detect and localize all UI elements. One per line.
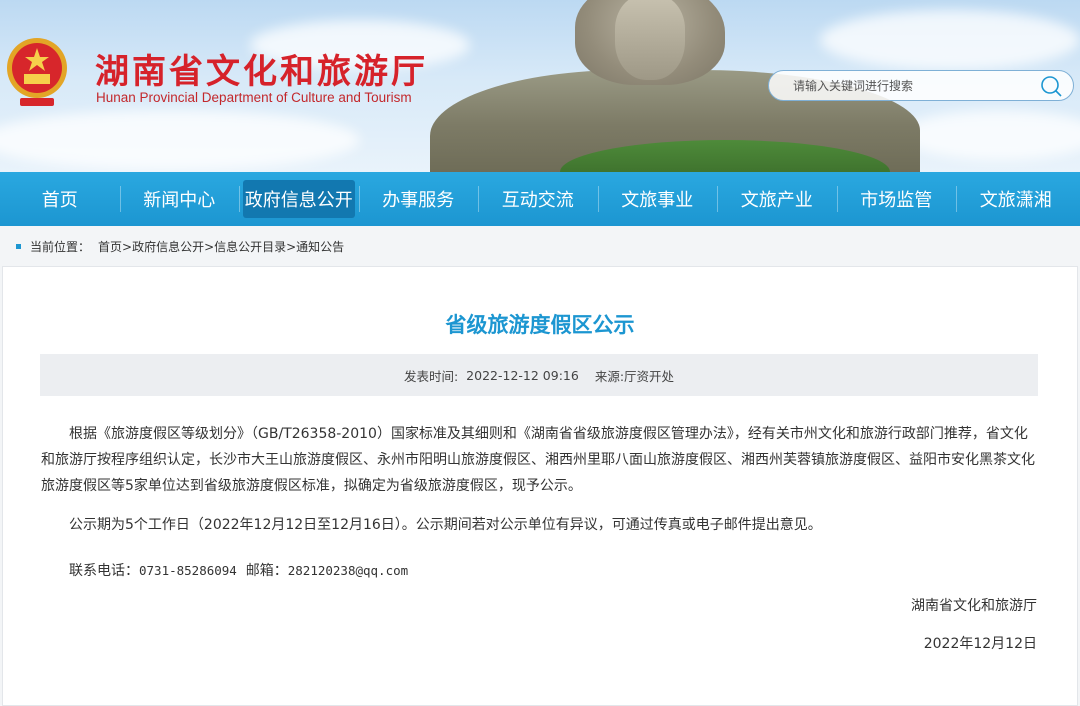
article-meta: 发表时间: 2022-12-12 09:16 来源: 厅资开处 xyxy=(40,354,1038,396)
nav-item-home[interactable]: 首页 xyxy=(0,172,120,226)
signature: 湖南省文化和旅游厅 xyxy=(911,598,1037,614)
email-label: 邮箱： xyxy=(245,563,288,579)
contact-email[interactable]: 282120238@qq.com xyxy=(288,563,408,578)
nav-item-gov-info[interactable]: 政府信息公开 xyxy=(239,172,359,226)
published-label: 发表时间: xyxy=(403,368,459,384)
contact-label: 联系电话： xyxy=(69,563,139,579)
nav-item-services[interactable]: 办事服务 xyxy=(358,172,479,226)
article-panel: 省级旅游度假区公示 发表时间: 2022-12-12 09:16 来源: 厅资开… xyxy=(2,266,1078,706)
source-label: 来源: xyxy=(594,368,625,384)
site-subtitle: Hunan Provincial Department of Culture a… xyxy=(96,90,412,105)
nav-item-interaction[interactable]: 互动交流 xyxy=(478,172,598,226)
main-nav: 首页 新闻中心 政府信息公开 办事服务 互动交流 文旅事业 文旅产业 市场监管 … xyxy=(0,172,1080,226)
bullet-icon xyxy=(16,243,21,249)
source-value: 厅资开处 xyxy=(624,368,675,384)
site-header: 湖南省文化和旅游厅 Hunan Provincial Department of… xyxy=(0,0,1080,172)
search-icon[interactable] xyxy=(1039,75,1063,97)
article-title: 省级旅游度假区公示 xyxy=(445,313,635,337)
breadcrumb: 当前位置： 首页>政府信息公开>信息公开目录>通知公告 xyxy=(0,226,1080,266)
contact-phone: 0731-85286094 xyxy=(139,563,237,578)
contact-line: 联系电话：0731-85286094 邮箱：282120238@qq.com xyxy=(69,558,408,584)
search-box xyxy=(768,70,1074,101)
nav-item-culture-industry[interactable]: 文旅产业 xyxy=(717,172,837,226)
paragraph-2: 公示期为5个工作日（2022年12月12日至12月16日）。公示期间若对公示单位… xyxy=(69,517,822,533)
nav-item-xiaoxiang[interactable]: 文旅潇湘 xyxy=(956,172,1076,226)
breadcrumb-prefix: 当前位置： xyxy=(30,239,91,254)
signature-date: 2022年12月12日 xyxy=(923,636,1037,652)
nav-item-news[interactable]: 新闻中心 xyxy=(119,172,240,226)
published-time: 2022-12-12 09:16 xyxy=(466,367,579,383)
nav-item-culture-affairs[interactable]: 文旅事业 xyxy=(597,172,718,226)
site-title: 湖南省文化和旅游厅 xyxy=(95,52,428,92)
paragraph-1: 根据《旅游度假区等级划分》（GB/T26358-2010）国家标准及其细则和《湖… xyxy=(41,426,1035,494)
breadcrumb-path[interactable]: 首页>政府信息公开>信息公开目录>通知公告 xyxy=(98,238,344,255)
nav-item-market-regulation[interactable]: 市场监管 xyxy=(836,172,957,226)
search-input[interactable] xyxy=(793,77,1033,95)
national-emblem-icon xyxy=(7,38,67,106)
